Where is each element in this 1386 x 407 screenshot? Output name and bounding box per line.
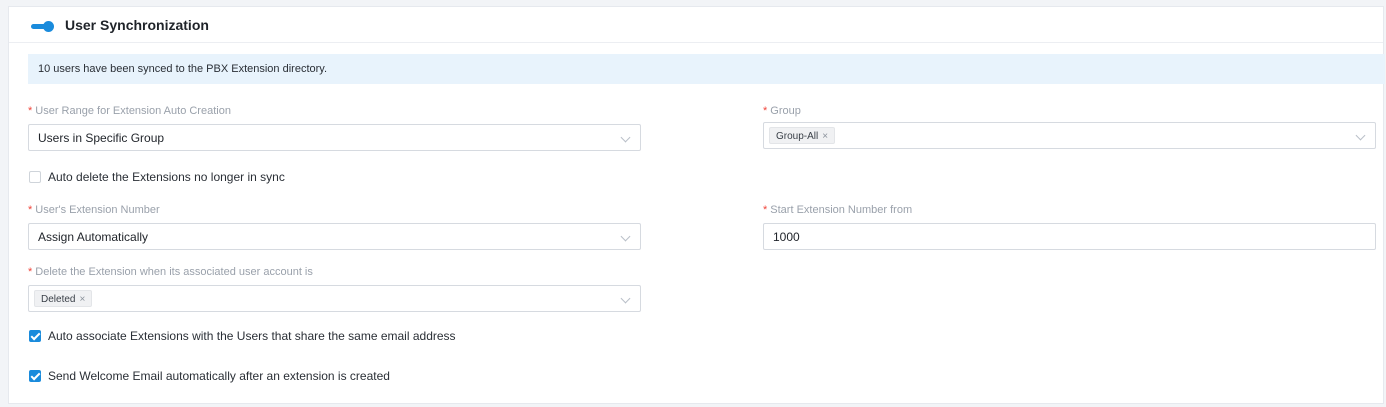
- section-header: User Synchronization: [9, 7, 1383, 43]
- extension-number-select[interactable]: Assign Automatically: [28, 223, 641, 250]
- start-extension-label-text: Start Extension Number from: [770, 204, 913, 216]
- delete-when-select[interactable]: Deleted ×: [28, 285, 641, 312]
- welcome-email-label: Send Welcome Email automatically after a…: [48, 369, 390, 383]
- group-tag: Group-All ×: [769, 127, 836, 144]
- auto-delete-checkbox[interactable]: [29, 171, 41, 183]
- tag-remove-icon[interactable]: ×: [79, 294, 85, 305]
- required-mark: *: [28, 266, 33, 278]
- auto-associate-checkbox[interactable]: [29, 330, 41, 342]
- welcome-email-checkbox[interactable]: [29, 370, 41, 382]
- chevron-down-icon: [620, 293, 631, 304]
- extension-number-label-text: User's Extension Number: [35, 204, 160, 216]
- group-label: * Group: [763, 105, 801, 117]
- required-mark: *: [763, 105, 768, 117]
- required-mark: *: [763, 204, 768, 216]
- sync-notice: 10 users have been synced to the PBX Ext…: [28, 54, 1385, 84]
- required-mark: *: [28, 105, 33, 117]
- chevron-down-icon: [1355, 130, 1366, 141]
- auto-associate-label: Auto associate Extensions with the Users…: [48, 329, 456, 343]
- start-extension-value: 1000: [773, 230, 800, 244]
- required-mark: *: [28, 204, 33, 216]
- user-range-label-text: User Range for Extension Auto Creation: [35, 105, 231, 117]
- group-label-text: Group: [770, 105, 801, 117]
- extension-number-label: * User's Extension Number: [28, 204, 160, 216]
- delete-when-label: * Delete the Extension when its associate…: [28, 266, 313, 278]
- group-select[interactable]: Group-All ×: [763, 122, 1376, 149]
- user-range-label: * User Range for Extension Auto Creation: [28, 105, 231, 117]
- tag-remove-icon[interactable]: ×: [822, 131, 828, 142]
- chevron-down-icon: [620, 231, 631, 242]
- user-range-select[interactable]: Users in Specific Group: [28, 124, 641, 151]
- extension-number-value: Assign Automatically: [38, 230, 149, 244]
- delete-when-label-text: Delete the Extension when its associated…: [35, 266, 313, 278]
- user-sync-card: User Synchronization 10 users have been …: [8, 6, 1385, 404]
- section-title: User Synchronization: [65, 17, 209, 33]
- group-tag-label: Group-All: [776, 131, 819, 142]
- auto-delete-label: Auto delete the Extensions no longer in …: [48, 170, 285, 184]
- start-extension-label: * Start Extension Number from: [763, 204, 912, 216]
- chevron-down-icon: [620, 132, 631, 143]
- toggle-knob: [43, 21, 54, 32]
- user-range-value: Users in Specific Group: [38, 131, 165, 145]
- deleted-tag-label: Deleted: [41, 294, 76, 305]
- start-extension-input[interactable]: 1000: [763, 223, 1376, 250]
- deleted-tag: Deleted ×: [34, 290, 93, 307]
- user-sync-toggle[interactable]: [31, 21, 59, 33]
